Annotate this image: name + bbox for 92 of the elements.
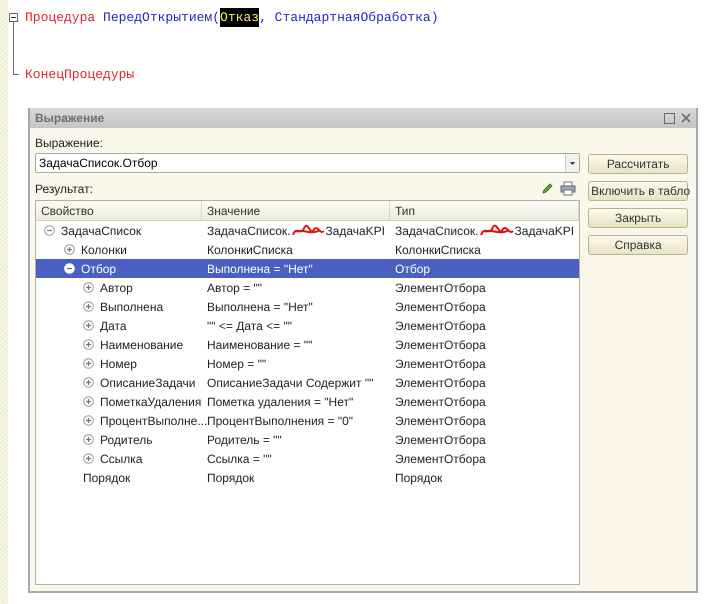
table-cell-text: КолонкиСписка [206, 242, 294, 258]
collapse-icon[interactable] [9, 13, 18, 22]
table-row[interactable]: Колонки КолонкиСписка КолонкиСписка [36, 240, 580, 259]
expand-icon[interactable] [83, 282, 94, 293]
cell-text: ЗадачаKPI [325, 222, 385, 240]
table-row[interactable]: Ссылка Ссылка = "" ЭлементОтбора [36, 449, 580, 468]
table-cell-text: Автор = "" [206, 280, 264, 296]
table-cell-text: "" <= Дата <= "" [206, 318, 293, 334]
table-cell-text: ЭлементОтбора [394, 356, 487, 372]
table-row[interactable]: ПометкаУдаления Пометка удаления = "Нет" ЭлементОтбора [36, 392, 580, 411]
table-cell-text: Родитель = "" [206, 432, 283, 448]
table-cell-text: ЭлементОтбора [394, 432, 487, 448]
printer-icon[interactable] [560, 181, 576, 196]
pencil-icon[interactable] [541, 182, 554, 195]
table-cell-text: Ссылка = "" [206, 450, 273, 468]
table-row[interactable]: Автор Автор = "" ЭлементОтбора [36, 278, 580, 297]
table-cell-text: Номер = "" [206, 356, 268, 372]
expand-icon[interactable] [83, 358, 94, 369]
tree-item-label[interactable]: Колонки [81, 240, 127, 258]
table-cell-text: ЭлементОтбора [394, 280, 487, 296]
tree-item-label[interactable]: Отбор [81, 260, 116, 278]
table-cell-text: ЭлементОтбора [394, 336, 487, 354]
table-cell-text: ОписаниеЗадачи Содержит "" [206, 374, 374, 392]
table-cell-text: Выполнена = "Нет" [206, 260, 314, 278]
expression-combobox[interactable]: ЗадачаСписок.Отбор [35, 153, 580, 173]
tree-item-label[interactable]: Номер [100, 354, 137, 372]
expand-icon[interactable] [83, 453, 94, 464]
table-cell-text: ЭлементОтбора [394, 450, 487, 468]
table-cell-text: Наименование = "" [206, 336, 314, 354]
expand-icon[interactable] [83, 377, 94, 388]
table-row[interactable]: Наименование Наименование = "" ЭлементОтбора [36, 335, 580, 354]
window-title: Выражение [35, 110, 104, 127]
tree-item-label[interactable]: ПометкаУдаления [100, 392, 202, 410]
table-row[interactable]: ОписаниеЗадачи ОписаниеЗадачи Содержит "" ЭлементОтбора [36, 373, 580, 392]
code-text: ПередОткрытием( [102, 8, 220, 27]
dialog-button[interactable]: Включить в табло [588, 181, 688, 201]
table-cell-text: Порядок [206, 470, 256, 486]
code-keyword: КонецПроцедуры [25, 66, 134, 84]
field-label: Выражение: [35, 135, 104, 152]
tree-item-label[interactable]: Наименование [100, 336, 184, 354]
selected-row[interactable]: Отбор Выполнена = "Нет" Отбор [36, 259, 580, 278]
table-cell-text: КолонкиСписка [394, 242, 482, 258]
table-cell-text: ЭлементОтбора [394, 394, 487, 410]
highlighted-parameter: Отказ [220, 8, 260, 28]
cell-text: ЗадачаKPI [514, 222, 574, 240]
code-keyword: Процедура [25, 8, 96, 27]
expand-icon[interactable] [83, 339, 94, 350]
field-label: Результат: [35, 180, 93, 198]
tree-item-label[interactable]: Порядок [83, 468, 130, 486]
tree-item-label[interactable]: Выполнена [100, 298, 164, 316]
table-cell-text: Порядок [394, 470, 444, 486]
table-cell-text: Пометка удаления = "Нет" [206, 394, 354, 410]
table-cell-text: Выполнена = "Нет" [206, 298, 314, 316]
expand-icon[interactable] [83, 434, 94, 445]
table-cell-text: ЭлементОтбора [394, 298, 487, 316]
cell-text: ЗадачаСписок. [207, 222, 291, 240]
table-row[interactable]: ПроцентВыполне...ПроцентВыполнения = "0" ЭлементОтбора [36, 411, 580, 430]
code-text: , СтандартнаяОбработка) [259, 8, 438, 27]
scribble-drawing [478, 222, 515, 238]
expand-icon[interactable] [83, 415, 94, 426]
dialog-button[interactable]: Справка [588, 235, 688, 255]
tree-item-label[interactable]: ОписаниеЗадачи [100, 374, 196, 392]
tree-item-label[interactable]: Дата [100, 316, 127, 334]
dialog-button[interactable]: Закрыть [588, 208, 688, 228]
dropdown-icon[interactable] [565, 154, 580, 172]
tree-item-label[interactable]: ЗадачаСписок [61, 222, 142, 240]
expand-icon[interactable] [64, 244, 75, 255]
cell-text: ЗадачаСписок. [395, 222, 479, 240]
table-cell-text: ЭлементОтбора [394, 318, 487, 334]
table-row[interactable]: Родитель Родитель = "" ЭлементОтбора [36, 430, 580, 449]
tree-item-label[interactable]: ПроцентВыполне... [100, 412, 208, 430]
table-row[interactable]: Номер Номер = "" ЭлементОтбора [36, 354, 580, 373]
tree-item-label[interactable]: Автор [100, 278, 133, 296]
table-row[interactable]: Выполнена Выполнена = "Нет" ЭлементОтбора [36, 297, 580, 316]
column-header[interactable]: Значение [202, 201, 390, 220]
tree-item-label[interactable]: Родитель [100, 430, 152, 448]
table-cell-text: ЭлементОтбора [394, 374, 487, 392]
column-header[interactable]: Свойство [36, 201, 202, 220]
expand-icon[interactable] [83, 320, 94, 331]
combobox-value: ЗадачаСписок.Отбор [38, 155, 159, 172]
close-icon[interactable] [681, 113, 691, 123]
maximize-icon[interactable] [664, 112, 675, 124]
tree-item-label[interactable]: Ссылка [100, 450, 142, 468]
dialog-button[interactable]: Рассчитать [588, 154, 688, 174]
table-row[interactable]: ЗадачаСписок ЗадачаСписок. ЗадачаKPI ЗадачаСписок. ЗадачаKPI [36, 221, 580, 240]
table-row[interactable]: Дата "" <= Дата <= "" ЭлементОтбора [36, 316, 580, 335]
table-row[interactable]: Порядок Порядок Порядок [36, 468, 580, 487]
expand-icon[interactable] [83, 301, 94, 312]
table-cell-text: ЭлементОтбора [394, 412, 487, 430]
table-cell-text: Отбор [394, 260, 432, 278]
expand-icon[interactable] [83, 396, 94, 407]
column-header[interactable]: Тип [390, 201, 580, 220]
